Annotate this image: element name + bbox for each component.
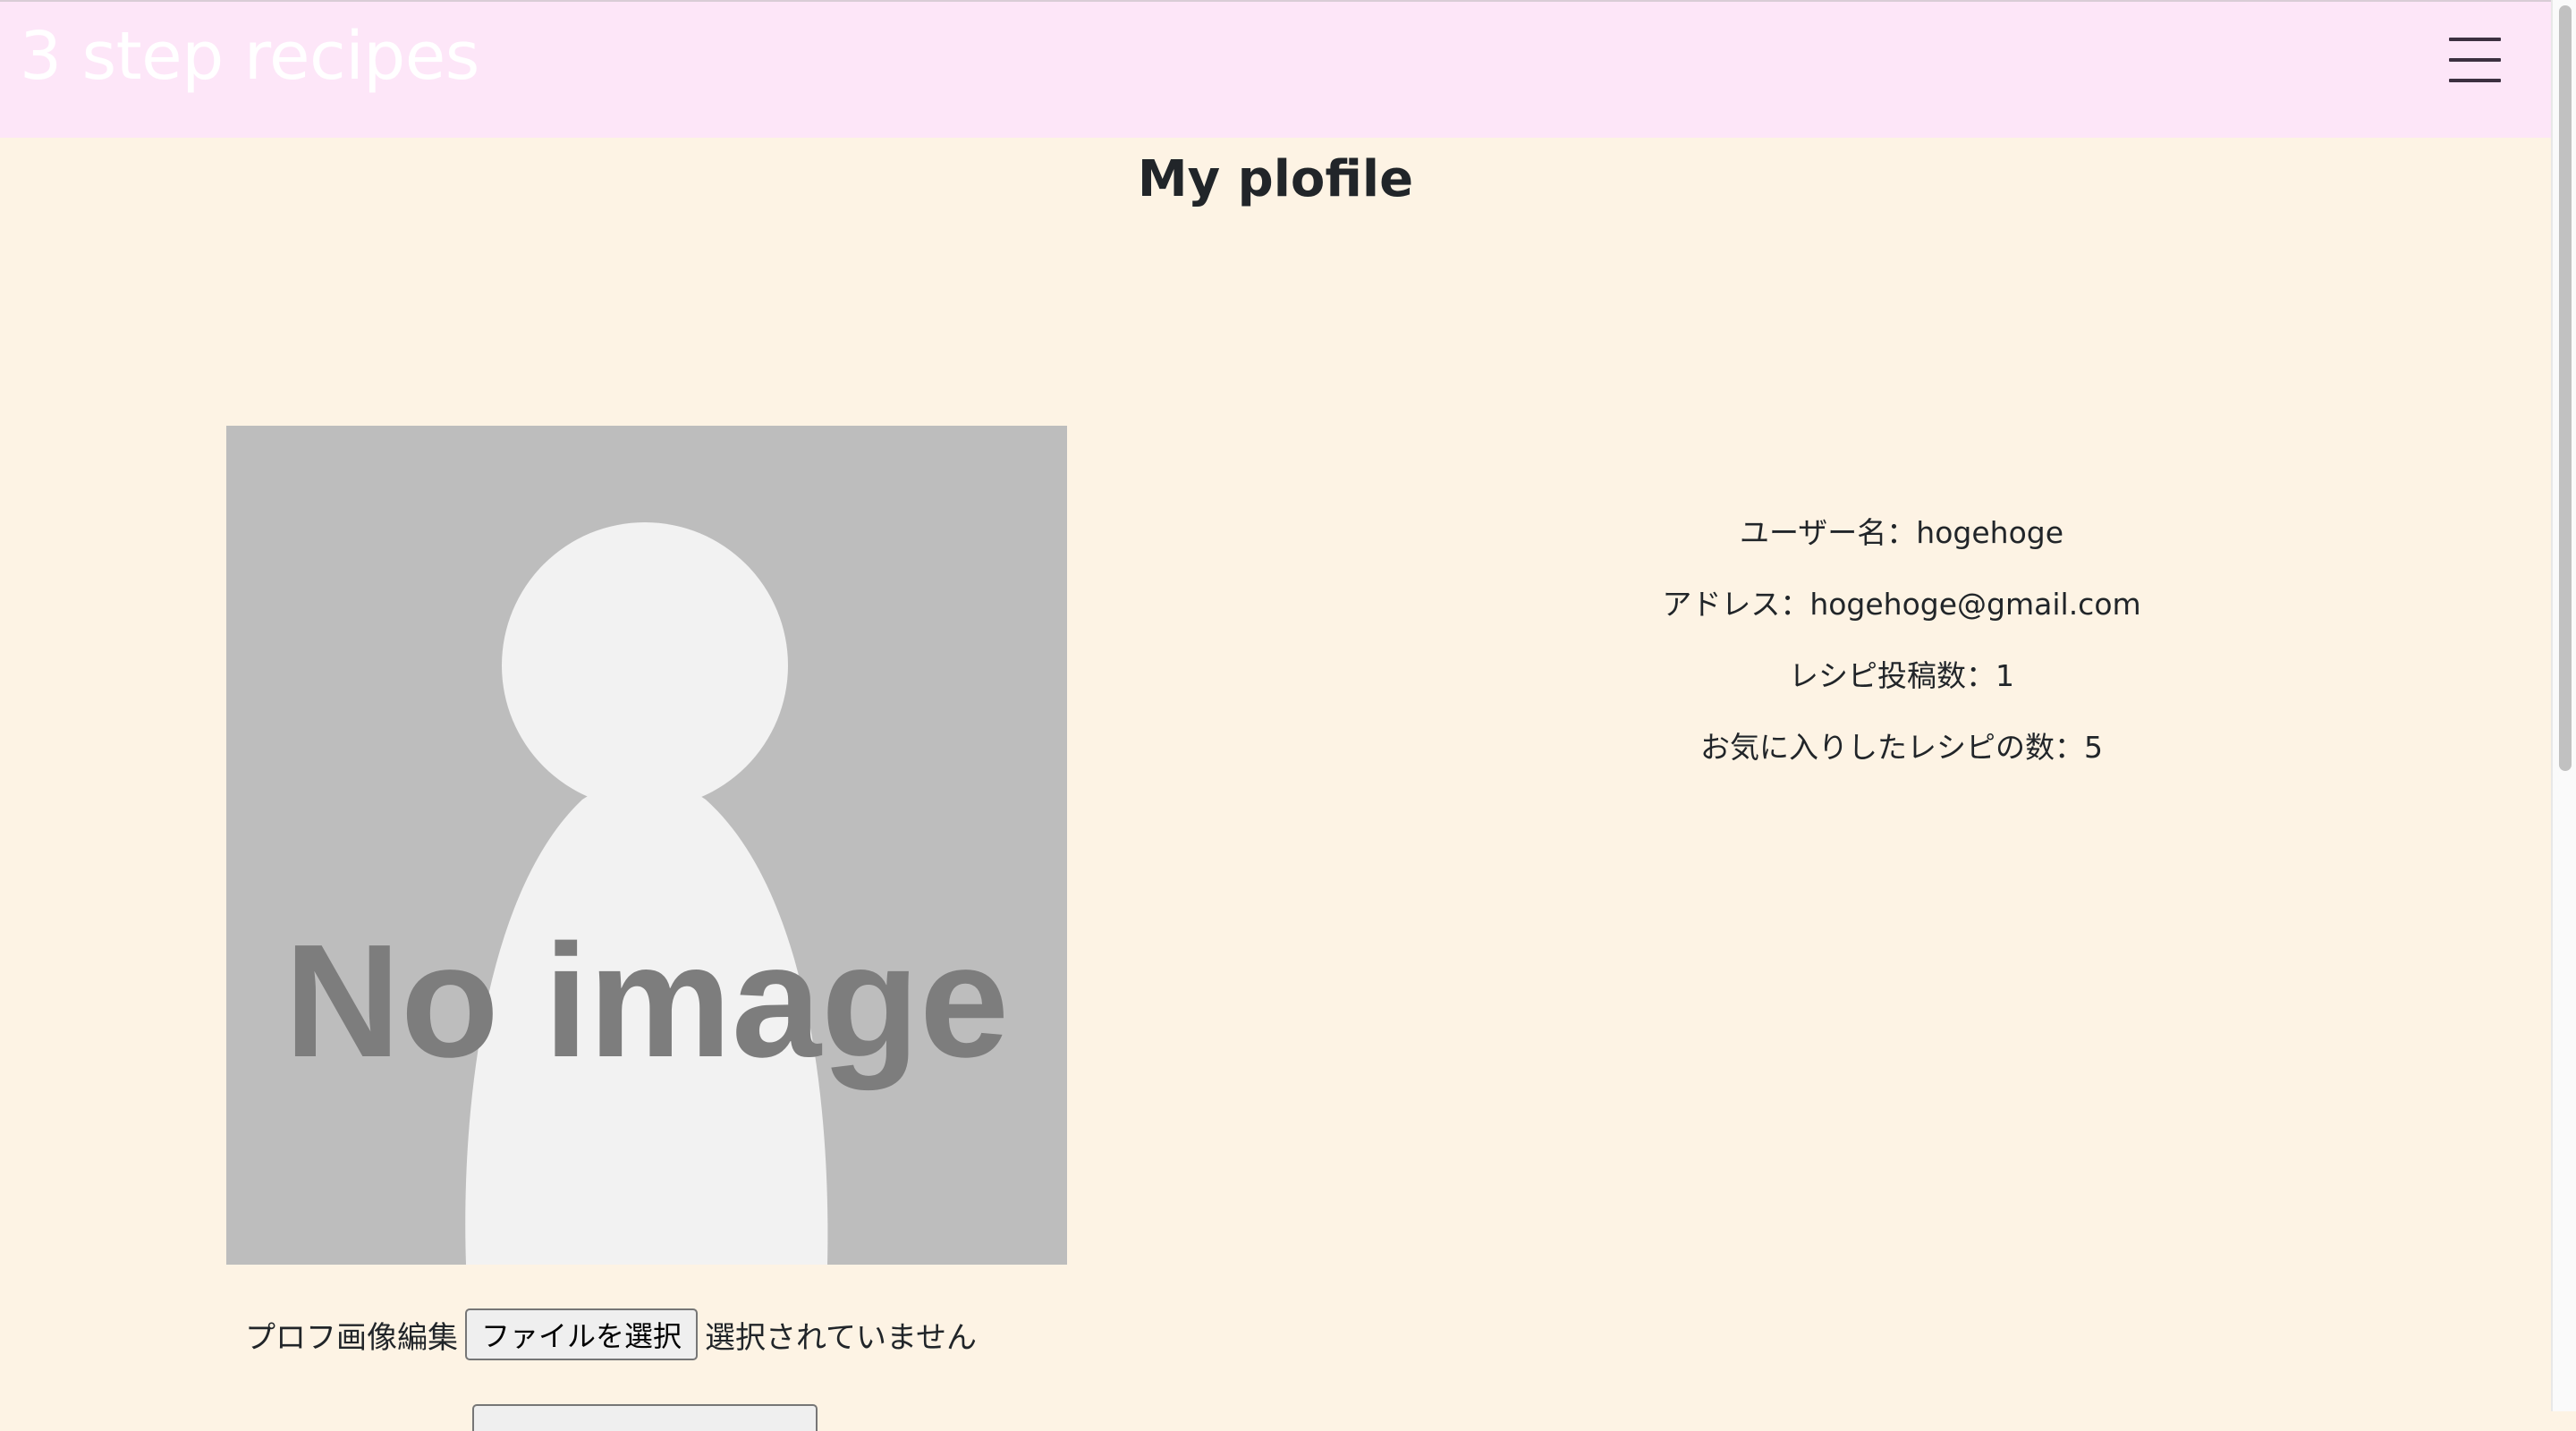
- recipe-count-text: レシピ投稿数：1: [1789, 658, 2014, 693]
- choose-file-button[interactable]: ファイルを選択: [465, 1308, 699, 1360]
- no-image-text: No image: [284, 911, 1009, 1091]
- username-text: ユーザー名：hogehoge: [1739, 515, 2064, 550]
- hamburger-line: [2449, 79, 2501, 82]
- vertical-scrollbar[interactable]: [2551, 0, 2576, 1411]
- favorite-count-text: お気に入りしたレシピの数：5: [1700, 730, 2103, 765]
- profile-info: ユーザー名：hogehoge アドレス：hogehoge@gmail.com レ…: [1503, 515, 2301, 801]
- file-status-text: 選択されていません: [705, 1319, 977, 1356]
- hamburger-line: [2449, 58, 2501, 62]
- hamburger-line: [2449, 38, 2501, 41]
- hamburger-menu-icon[interactable]: [2449, 36, 2504, 86]
- top-navbar: 3 step recipes: [0, 0, 2551, 138]
- upload-label: プロフ画像編集: [245, 1319, 458, 1356]
- submit-button-partial[interactable]: [472, 1404, 818, 1431]
- brand-logo-link[interactable]: 3 step recipes: [20, 18, 479, 95]
- page-title: My plofile: [1137, 150, 1414, 208]
- silhouette-head: [502, 522, 788, 809]
- scrollbar-thumb[interactable]: [2559, 5, 2572, 771]
- person-silhouette-icon: No image: [226, 426, 1067, 1265]
- address-text: アドレス：hogehoge@gmail.com: [1662, 587, 2141, 622]
- profile-image: No image: [226, 426, 1067, 1265]
- profile-image-upload-row: プロフ画像編集 ファイルを選択 選択されていません: [245, 1308, 977, 1361]
